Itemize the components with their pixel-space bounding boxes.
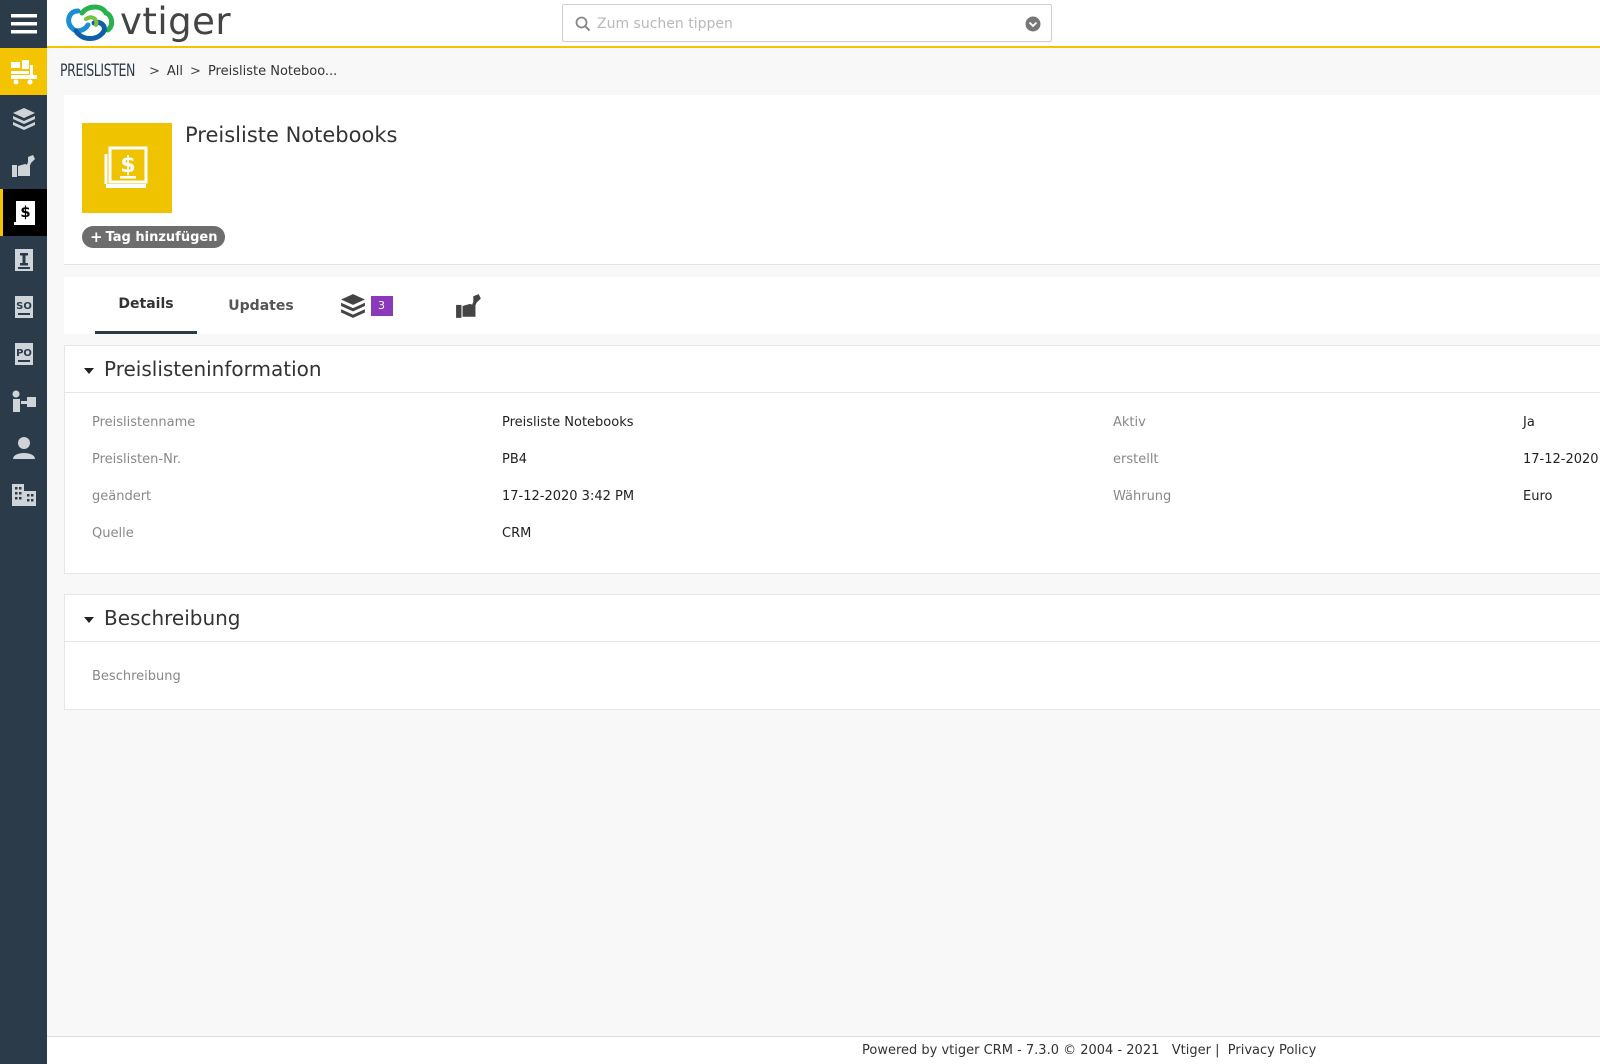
record-header: $ Preisliste Notebooks + Tag hinzufügen — [64, 95, 1600, 265]
record-image: $ — [82, 123, 172, 213]
sidebar-item-pricebooks[interactable]: $ — [0, 189, 47, 236]
field-value[interactable]: Euro — [1523, 489, 1552, 504]
privacy-policy-link[interactable]: Privacy Policy — [1228, 1043, 1317, 1058]
tab-details[interactable]: Details — [95, 277, 197, 334]
sales-order-icon: SO — [14, 295, 33, 318]
hamburger-icon — [10, 14, 37, 34]
record-title: Preisliste Notebooks — [185, 123, 398, 147]
field-value: CRM — [502, 526, 532, 541]
field-value: PB4 — [502, 452, 528, 467]
powered-by-text: Powered by vtiger CRM - 7.3.0 © 2004 - 2… — [862, 1043, 1160, 1058]
sidebar-item-salesorders[interactable]: SO — [0, 283, 47, 330]
invoice-icon — [14, 248, 33, 271]
chevron-down-circle-icon[interactable] — [1025, 16, 1041, 32]
footer-text: Powered by vtiger CRM - 7.3.0 © 2004 - 2… — [862, 1043, 1316, 1058]
vtiger-logo-icon — [66, 4, 115, 41]
breadcrumb-filter[interactable]: All — [167, 64, 183, 79]
field-label: geändert — [92, 489, 152, 504]
block-header[interactable]: Preislisteninformation — [65, 346, 1600, 393]
vtiger-logo[interactable]: vtiger — [64, 0, 232, 44]
sidebar-item-purchaseorders[interactable]: PO — [0, 330, 47, 377]
pricebook-icon: $ — [104, 146, 148, 188]
field-label: Beschreibung — [92, 669, 181, 684]
field-label: Preislistenname — [92, 415, 196, 430]
logo-text: vtiger — [120, 0, 232, 43]
global-search — [562, 4, 1052, 42]
building-icon — [11, 483, 36, 506]
svg-text:$: $ — [120, 153, 135, 178]
sidebar-item-products[interactable] — [0, 95, 47, 142]
search-icon — [575, 16, 591, 32]
boxes-icon — [12, 107, 35, 130]
block-title: Beschreibung — [104, 606, 241, 630]
field-value[interactable]: Ja — [1523, 415, 1535, 430]
add-tag-button[interactable]: + Tag hinzufügen — [82, 226, 226, 248]
search-input[interactable] — [597, 13, 997, 35]
sidebar-item-vendors[interactable] — [0, 377, 47, 424]
svg-text:SO: SO — [16, 301, 32, 312]
sidebar-item-contacts[interactable] — [0, 424, 47, 471]
person-icon — [12, 436, 35, 459]
service-hand-icon — [11, 154, 35, 177]
field-label: Währung — [1113, 489, 1172, 504]
field-label: erstellt — [1113, 452, 1159, 467]
description-block: Beschreibung Beschreibung — [64, 594, 1600, 710]
caret-down-icon — [84, 617, 94, 623]
field-value: 17-12-2020 3:42 PM — [1523, 452, 1600, 467]
footer-separator: | — [1215, 1043, 1220, 1058]
tab-updates[interactable]: Updates — [211, 277, 311, 334]
vendor-icon — [12, 390, 36, 412]
products-count-badge: 3 — [370, 295, 393, 316]
top-bar: vtiger — [0, 0, 1600, 48]
breadcrumb-module[interactable]: PREISLISTEN — [60, 61, 135, 81]
pricebook-info-block: Preislisteninformation Preislistenname P… — [64, 345, 1600, 574]
vtiger-link[interactable]: Vtiger — [1172, 1043, 1211, 1058]
app-sidebar: $ SO PO — [0, 48, 47, 1064]
plus-icon: + — [90, 228, 103, 246]
sidebar-item-services[interactable] — [0, 142, 47, 189]
sidebar-item-organizations[interactable] — [0, 471, 47, 518]
menu-button[interactable] — [0, 0, 47, 48]
svg-text:PO: PO — [16, 348, 32, 359]
block-header[interactable]: Beschreibung — [65, 595, 1600, 642]
sidebar-item-invoices[interactable] — [0, 236, 47, 283]
pricebook-icon: $ — [14, 200, 35, 225]
footer: Powered by vtiger CRM - 7.3.0 © 2004 - 2… — [47, 1036, 1600, 1064]
field-value: 17-12-2020 3:42 PM — [502, 489, 635, 504]
field-label: Preislisten-Nr. — [92, 452, 182, 467]
svg-text:$: $ — [20, 203, 30, 221]
field-value[interactable]: Preisliste Notebooks — [502, 415, 634, 430]
field-label: Quelle — [92, 526, 134, 541]
field-label: Aktiv — [1113, 415, 1146, 430]
caret-down-icon — [84, 368, 94, 374]
breadcrumb-separator: > — [149, 63, 160, 79]
sidebar-item-home[interactable] — [0, 48, 47, 95]
service-hand-icon — [456, 293, 481, 318]
purchase-order-icon: PO — [14, 342, 33, 365]
record-tabs: Details Updates 3 — [64, 277, 1600, 334]
breadcrumb-separator: > — [190, 63, 201, 79]
tab-services[interactable] — [444, 277, 494, 334]
breadcrumb: PREISLISTEN > All > Preisliste Noteboo..… — [60, 58, 337, 84]
breadcrumb-record: Preisliste Noteboo... — [207, 63, 338, 79]
add-tag-label: Tag hinzufügen — [105, 229, 218, 245]
boxes-icon — [340, 293, 365, 318]
home-icon — [10, 59, 37, 84]
block-title: Preislisteninformation — [104, 357, 322, 381]
tab-products[interactable]: 3 — [331, 277, 401, 334]
